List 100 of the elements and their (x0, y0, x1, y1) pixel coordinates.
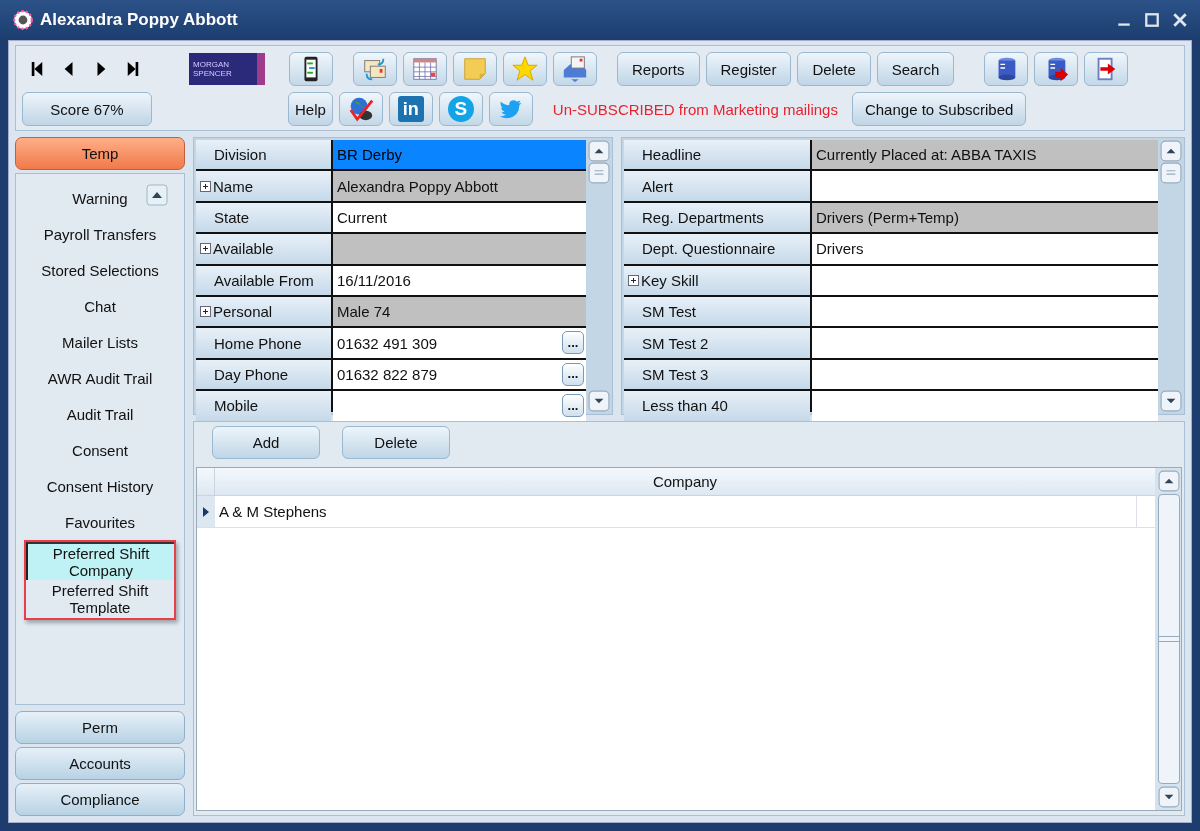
toolbar-button[interactable]: Search (876, 52, 955, 86)
sidebar-item[interactable]: Consent History (16, 468, 184, 504)
chat-button[interactable] (289, 52, 333, 86)
sidebar-item[interactable]: Preferred Shift Company (26, 542, 174, 580)
mail-tray-icon (561, 55, 589, 83)
expand-icon[interactable] (200, 180, 211, 192)
label-text: Less than 40 (642, 397, 728, 415)
sidebar-item[interactable]: Stored Selections (16, 252, 184, 288)
value-text: Drivers (816, 240, 864, 258)
sidebar-item[interactable]: Warning (16, 180, 184, 216)
sidebar-item[interactable]: Mailer Lists (16, 324, 184, 360)
field-value[interactable]: Drivers (Perm+Temp) (812, 202, 1158, 233)
scroll-down-icon[interactable] (1158, 786, 1180, 808)
field-value[interactable]: ... (333, 391, 586, 421)
toolbar-button[interactable]: Register (705, 52, 792, 86)
field-value[interactable]: Current (333, 202, 586, 233)
row-header[interactable] (197, 496, 215, 527)
value-text: Currently Placed at: ABBA TAXIS (816, 146, 1037, 164)
app-logo-icon (12, 9, 34, 31)
sidebar-item[interactable]: Audit Trail (16, 396, 184, 432)
current-row-icon (202, 505, 210, 518)
field-value[interactable]: Drivers (812, 234, 1158, 264)
scroll-down-icon[interactable] (1160, 390, 1182, 412)
scroll-thumb[interactable] (1160, 162, 1182, 184)
label-text: Dept. Questionnaire (642, 240, 776, 258)
field-value[interactable]: Currently Placed at: ABBA TAXIS (812, 140, 1158, 170)
sidebar-item[interactable]: Chat (16, 288, 184, 324)
scroll-up-icon[interactable] (1158, 470, 1180, 492)
toolbar-button[interactable]: Delete (797, 52, 871, 86)
web-check-button[interactable] (338, 92, 383, 126)
label-text: State (214, 208, 250, 226)
sidebar-item[interactable]: Preferred Shift Template (26, 580, 174, 618)
more-button[interactable]: ... (562, 331, 584, 355)
calendar-button[interactable] (403, 52, 447, 86)
label-text: SM Test (642, 303, 696, 321)
label-text: SM Test 3 (642, 365, 709, 383)
subscribe-button[interactable]: Change to Subscribed (851, 92, 1027, 126)
section-tab[interactable]: Accounts (15, 747, 185, 780)
field-value[interactable]: 01632 822 879 ... (333, 359, 586, 390)
list-button[interactable]: Delete (342, 426, 450, 459)
field-value[interactable]: Alexandra Poppy Abbott (333, 171, 586, 201)
scroll-up-icon[interactable] (146, 184, 168, 206)
sidebar-item[interactable]: Consent (16, 432, 184, 468)
section-tab[interactable]: Temp (15, 137, 185, 170)
previous-icon[interactable] (62, 60, 76, 78)
scroll-thumb[interactable] (588, 162, 610, 184)
list-button[interactable]: Add (212, 426, 320, 459)
section-tab[interactable]: Compliance (15, 783, 185, 816)
score-button[interactable]: Score 67% (22, 92, 152, 126)
scroll-down-icon[interactable] (588, 390, 610, 412)
table-cell[interactable]: A & M Stephens (215, 496, 1137, 527)
field-value[interactable]: BR Derby (333, 140, 586, 170)
linkedin-button[interactable]: in (388, 92, 433, 126)
help-button[interactable]: Help (288, 92, 333, 126)
field-value[interactable] (333, 234, 586, 264)
field-value[interactable] (812, 391, 1158, 421)
first-record-icon[interactable] (30, 60, 44, 78)
field-value[interactable] (812, 359, 1158, 390)
value-text: Alexandra Poppy Abbott (337, 177, 498, 195)
value-text: 16/11/2016 (337, 271, 411, 289)
field-value[interactable] (812, 171, 1158, 201)
field-value[interactable]: Male 74 (333, 296, 586, 327)
last-record-icon[interactable] (126, 60, 140, 78)
scroll-up-icon[interactable] (1160, 140, 1182, 162)
mail-stack-button[interactable] (553, 52, 597, 86)
database-button[interactable] (1034, 52, 1079, 86)
star-button[interactable] (503, 52, 547, 86)
scroll-thumb[interactable] (1158, 494, 1180, 784)
expand-icon[interactable] (628, 274, 639, 286)
scroll-up-icon[interactable] (588, 140, 610, 162)
twitter-button[interactable] (488, 92, 533, 126)
sidebar-item[interactable]: Favourites (16, 504, 184, 540)
sidebar-item[interactable]: Payroll Transfers (16, 216, 184, 252)
maximize-icon[interactable] (1144, 12, 1160, 28)
label-text: Name (213, 177, 253, 195)
label-text: Available From (214, 271, 314, 289)
mail-swap-button[interactable] (353, 52, 397, 86)
window-title: Alexandra Poppy Abbott (40, 10, 238, 30)
sidebar-item[interactable]: AWR Audit Trail (16, 360, 184, 396)
expand-icon[interactable] (200, 243, 211, 255)
exit-button[interactable] (1084, 52, 1129, 86)
more-button[interactable]: ... (562, 362, 584, 386)
field-value[interactable] (812, 296, 1158, 327)
value-text: BR Derby (337, 146, 403, 164)
expand-icon[interactable] (200, 306, 211, 318)
label-text: Alert (642, 177, 673, 195)
logo-text: MORGAN (193, 60, 230, 69)
label-text: Headline (642, 146, 702, 164)
close-icon[interactable] (1172, 12, 1188, 28)
field-value[interactable] (812, 265, 1158, 295)
database-button[interactable] (984, 52, 1029, 86)
field-value[interactable] (812, 328, 1158, 358)
field-value[interactable]: 16/11/2016 (333, 265, 586, 295)
more-button[interactable]: ... (562, 394, 584, 418)
field-value[interactable]: 01632 491 309 ... (333, 328, 586, 358)
logo-text: SPENCER (193, 69, 233, 78)
star-icon (511, 55, 539, 83)
toolbar-button[interactable]: Reports (617, 52, 700, 86)
label-text: Available (213, 240, 274, 258)
section-tab[interactable]: Perm (15, 711, 185, 744)
